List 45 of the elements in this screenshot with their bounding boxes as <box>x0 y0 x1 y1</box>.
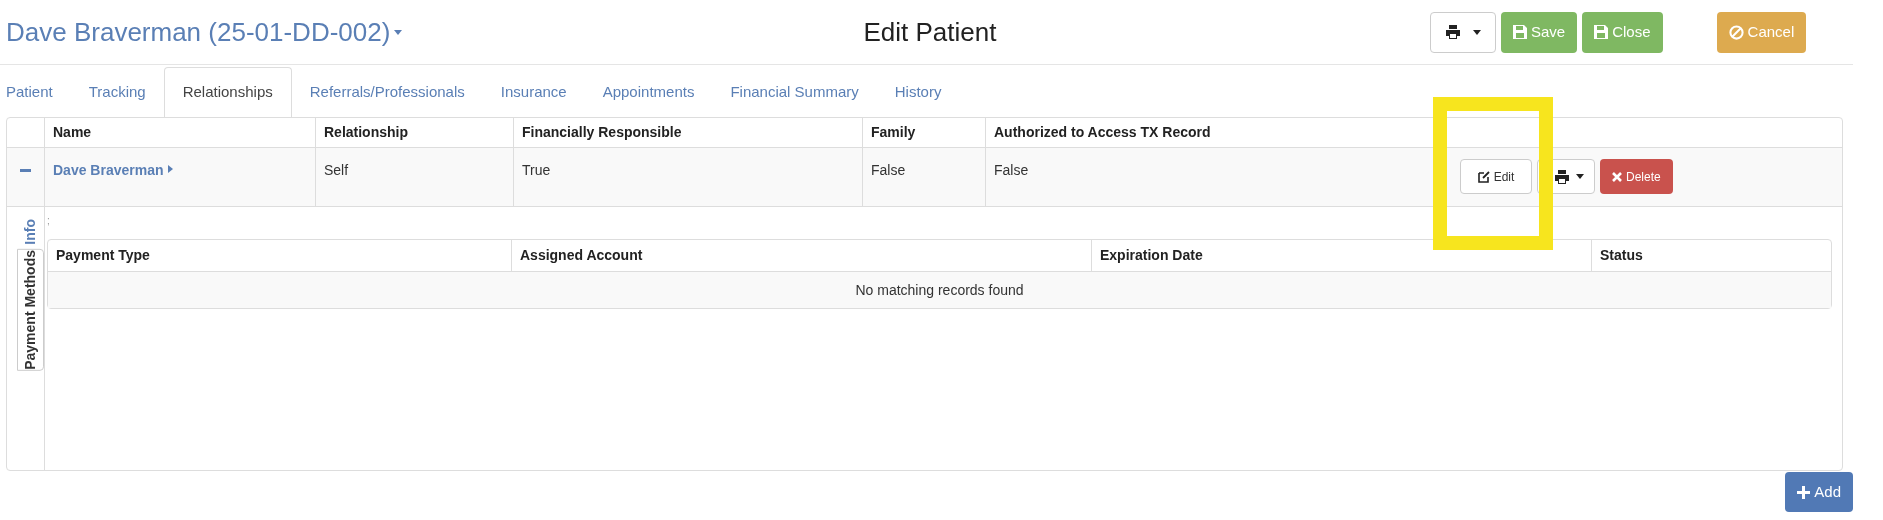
save-button[interactable]: Close <box>1582 11 1663 53</box>
column-header: Assigned Account <box>520 246 643 265</box>
tab[interactable]: Appointments <box>584 67 713 117</box>
tab[interactable]: History <box>876 67 960 117</box>
name-link[interactable]: Dave Braverman <box>53 160 164 181</box>
table-cell: False <box>871 162 906 178</box>
caret-icon <box>1576 174 1584 179</box>
close-icon <box>1612 171 1622 182</box>
column-header: Family <box>871 123 916 142</box>
caret-icon <box>1473 29 1481 35</box>
caret-right-icon <box>167 165 173 173</box>
patient-name-title: Dave Braverman (25-01-DD-002) <box>6 15 391 49</box>
caret-icon <box>394 29 403 35</box>
tab[interactable]: Tracking <box>70 67 164 117</box>
delete-button[interactable]: Delete <box>1600 159 1673 194</box>
table-cell-text: False <box>994 161 1030 180</box>
save-button[interactable]: Save <box>1501 11 1578 53</box>
tab[interactable]: Relationships <box>163 67 292 117</box>
table-cell: Self <box>324 162 349 178</box>
side-tab[interactable]: Payment Methods <box>17 248 44 371</box>
collapse-button[interactable] <box>20 168 31 172</box>
side-tab[interactable]: Info <box>17 219 44 245</box>
empty-message: No matching records found <box>855 280 1024 300</box>
edit-icon <box>1477 170 1490 183</box>
tab[interactable]: Insurance <box>482 67 585 117</box>
plus-icon <box>1797 485 1811 499</box>
column-header: Payment Type <box>56 246 150 265</box>
column-header: Name <box>53 123 92 142</box>
column-header: Authorized to Access TX Record <box>994 123 1211 142</box>
tab[interactable]: Financial Summary <box>712 67 877 117</box>
ban-icon <box>1728 24 1744 40</box>
column-header: Expiration Date <box>1100 246 1203 265</box>
tab[interactable]: Patient <box>6 67 71 117</box>
column-header: Status <box>1600 246 1643 265</box>
stray-mark: ; <box>47 215 51 227</box>
printer-icon <box>1445 25 1461 39</box>
tab[interactable]: Referrals/Professionals <box>291 67 483 117</box>
edit-button[interactable]: Edit <box>1460 159 1532 194</box>
print-dropdown-button[interactable] <box>1430 11 1496 53</box>
column-header: Relationship <box>324 123 408 142</box>
add-button[interactable]: Add <box>1785 472 1853 512</box>
table-cell: True <box>522 162 551 178</box>
column-header: Financially Responsible <box>522 123 682 142</box>
page-title: Edit Patient <box>863 15 997 49</box>
printer-icon <box>1554 169 1570 184</box>
